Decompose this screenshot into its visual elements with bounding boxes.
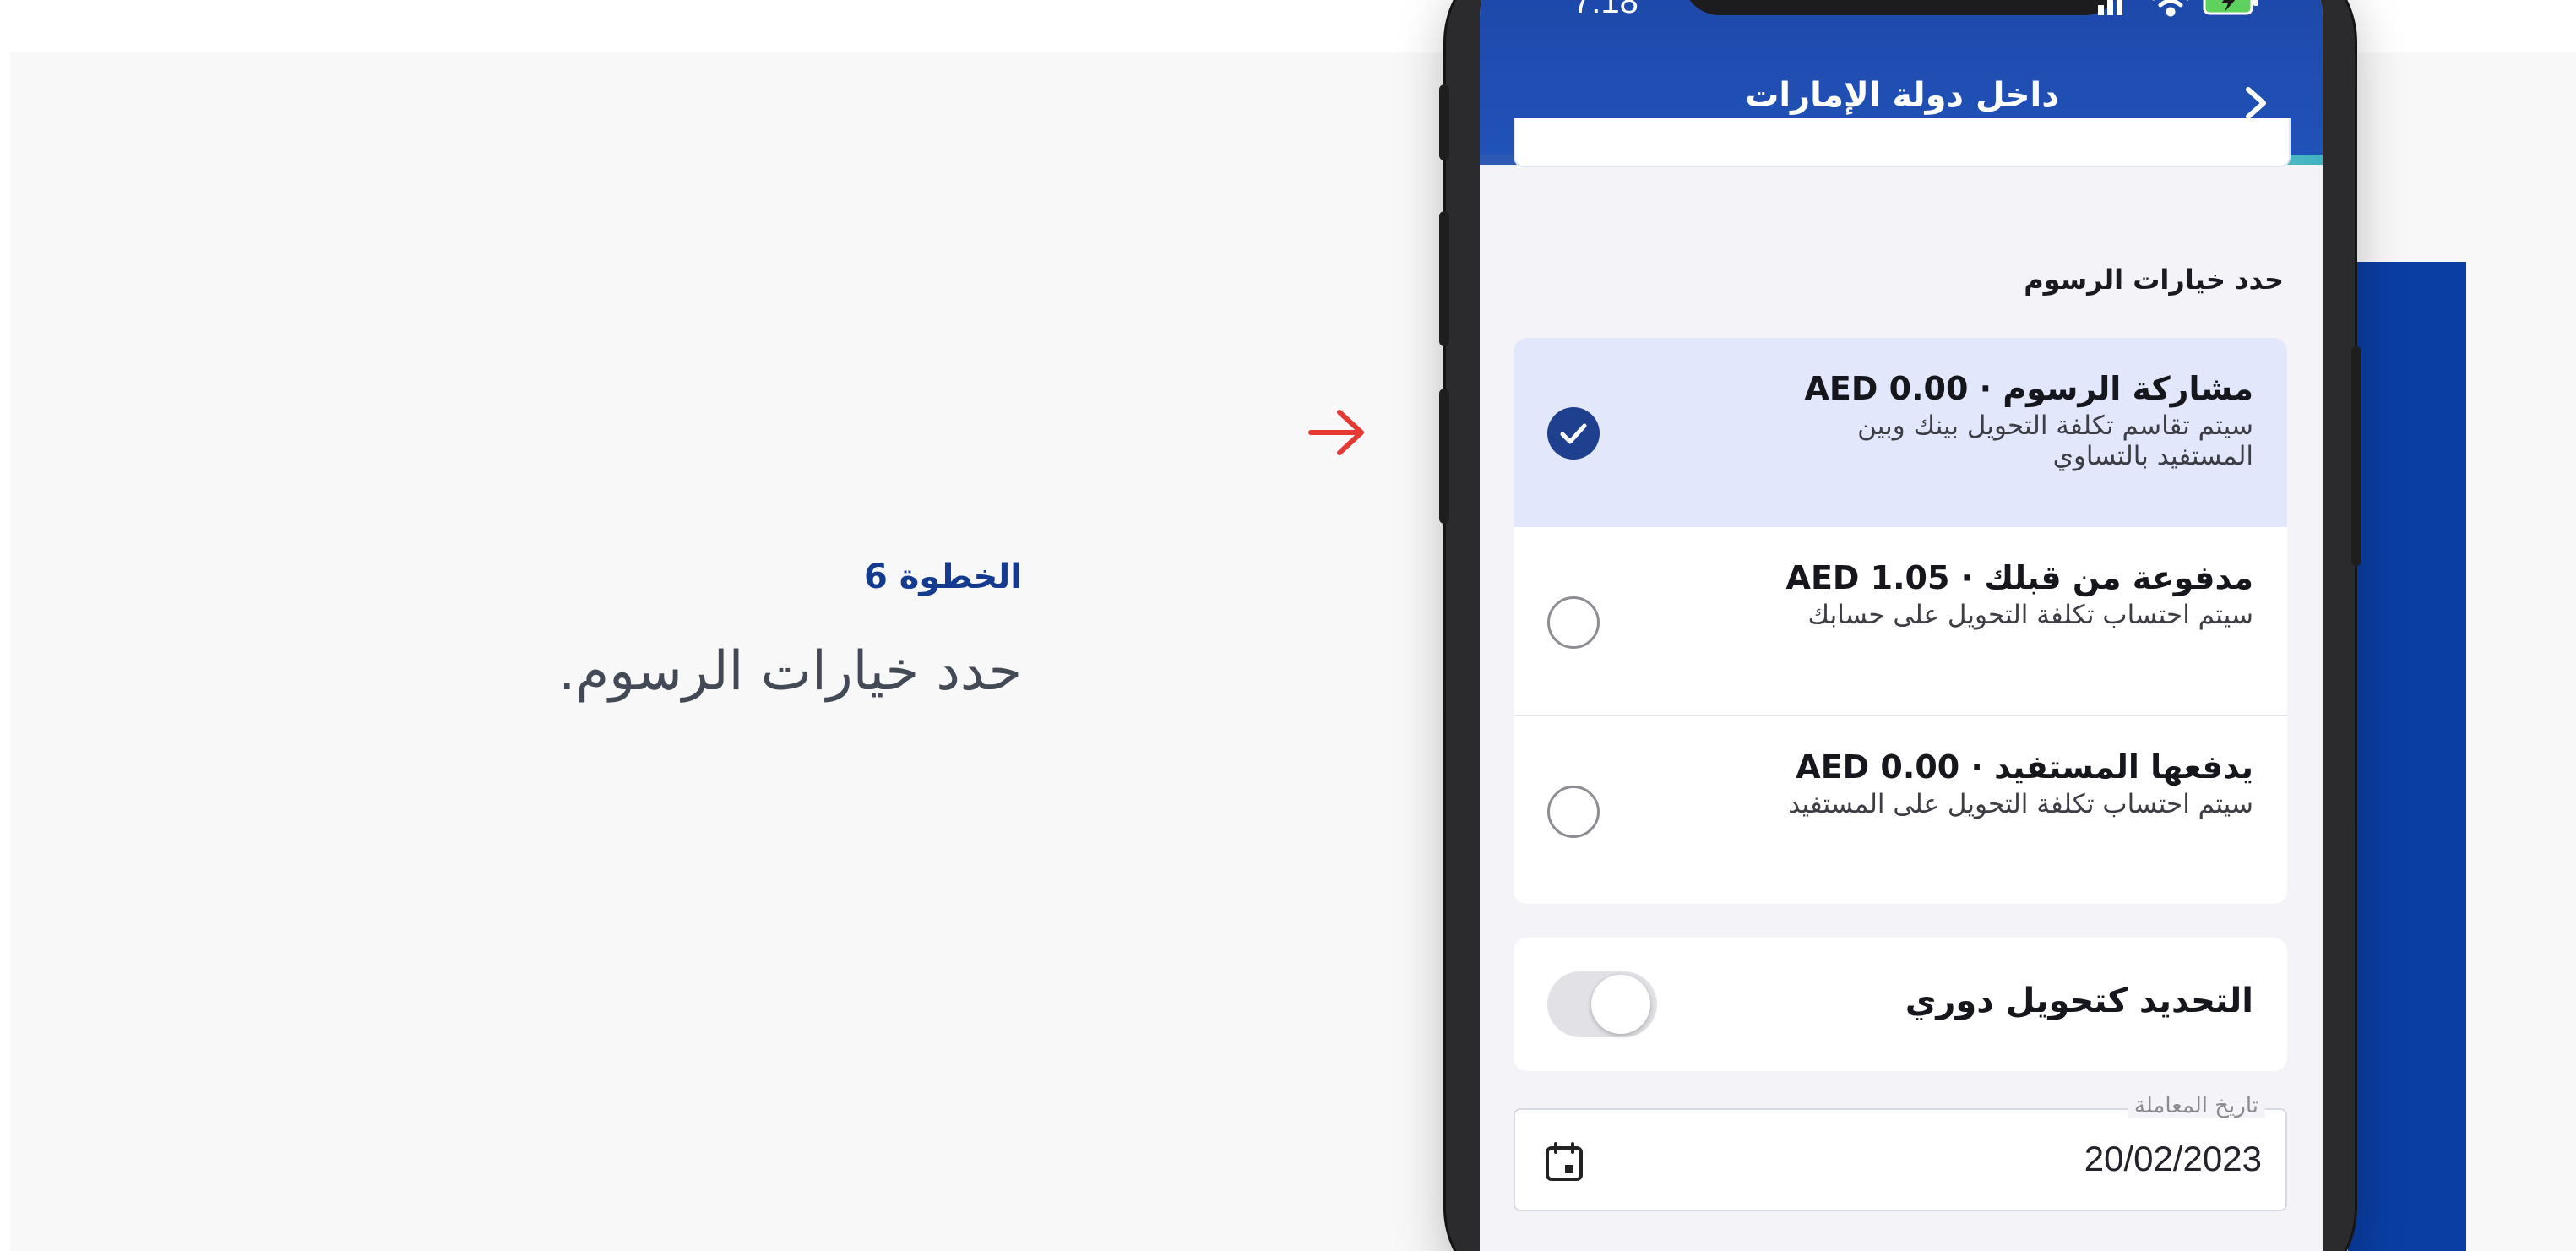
power-button — [2351, 346, 2361, 566]
signal-icon — [2098, 0, 2122, 15]
calendar-icon[interactable] — [1542, 1140, 1586, 1184]
fee-option-sender[interactable]: مدفوعة من قبلك · AED 1.05 سيتم احتساب تك… — [1514, 527, 2287, 716]
status-icons — [2098, 0, 2258, 17]
fee-option-description: سيتم احتساب تكلفة التحويل على حسابك — [1807, 600, 2253, 630]
fee-option-description: سيتم تقاسم تكلفة التحويل بينك وبين المست… — [1857, 411, 2253, 471]
transaction-date-label: تاريخ المعاملة — [2127, 1093, 2265, 1118]
recurring-transfer-label: التحديد كتحويل دوري — [1905, 982, 2253, 1020]
step-instruction: حدد خيارات الرسوم. — [558, 640, 1022, 703]
recurring-transfer-toggle[interactable] — [1547, 971, 1657, 1037]
previous-card-edge — [1514, 118, 2291, 167]
recurring-transfer-card: التحديد كتحويل دوري — [1514, 938, 2287, 1071]
checkmark-icon — [1560, 423, 1587, 444]
fee-option-title: مشاركة الرسوم · AED 0.00 — [1804, 370, 2254, 407]
header-title: داخل دولة الإمارات — [1745, 76, 2059, 115]
toggle-knob — [1591, 975, 1650, 1034]
phone-notch — [1682, 0, 2122, 15]
wifi-icon — [2152, 0, 2189, 17]
fee-option-title: يدفعها المستفيد · AED 0.00 — [1796, 748, 2253, 786]
transaction-date-value: 20/02/2023 — [2084, 1139, 2262, 1178]
phone-screen: 7:18 داخل دولة الإمارات حدد خيارات الرسو… — [1480, 0, 2323, 1251]
radio-unselected-icon[interactable] — [1547, 596, 1600, 649]
transaction-date-field[interactable]: تاريخ المعاملة 20/02/2023 — [1514, 1093, 2287, 1211]
volume-up-button — [1439, 211, 1449, 346]
fee-option-title: مدفوعة من قبلك · AED 1.05 — [1785, 559, 2253, 596]
fee-option-share[interactable]: مشاركة الرسوم · AED 0.00 سيتم تقاسم تكلف… — [1514, 338, 2287, 527]
step-number: الخطوة 6 — [864, 558, 1022, 596]
fee-option-description: سيتم احتساب تكلفة التحويل على المستفيد — [1788, 789, 2253, 819]
pointer-arrow-icon — [1308, 410, 1364, 455]
radio-unselected-icon[interactable] — [1547, 786, 1600, 838]
fee-options-card: مشاركة الرسوم · AED 0.00 سيتم تقاسم تكلف… — [1514, 338, 2287, 904]
fee-option-beneficiary[interactable]: يدفعها المستفيد · AED 0.00 سيتم احتساب ت… — [1514, 716, 2287, 904]
radio-selected-icon[interactable] — [1547, 407, 1600, 460]
volume-down-button — [1439, 389, 1449, 524]
tutorial-slide: الخطوة 6 حدد خيارات الرسوم. 7:18 داخل دو… — [0, 0, 2576, 1251]
fees-section-label: حدد خيارات الرسوم — [2024, 264, 2284, 296]
battery-charging-icon — [2203, 0, 2258, 15]
status-time: 7:18 — [1573, 0, 1639, 20]
mute-switch — [1439, 84, 1449, 160]
